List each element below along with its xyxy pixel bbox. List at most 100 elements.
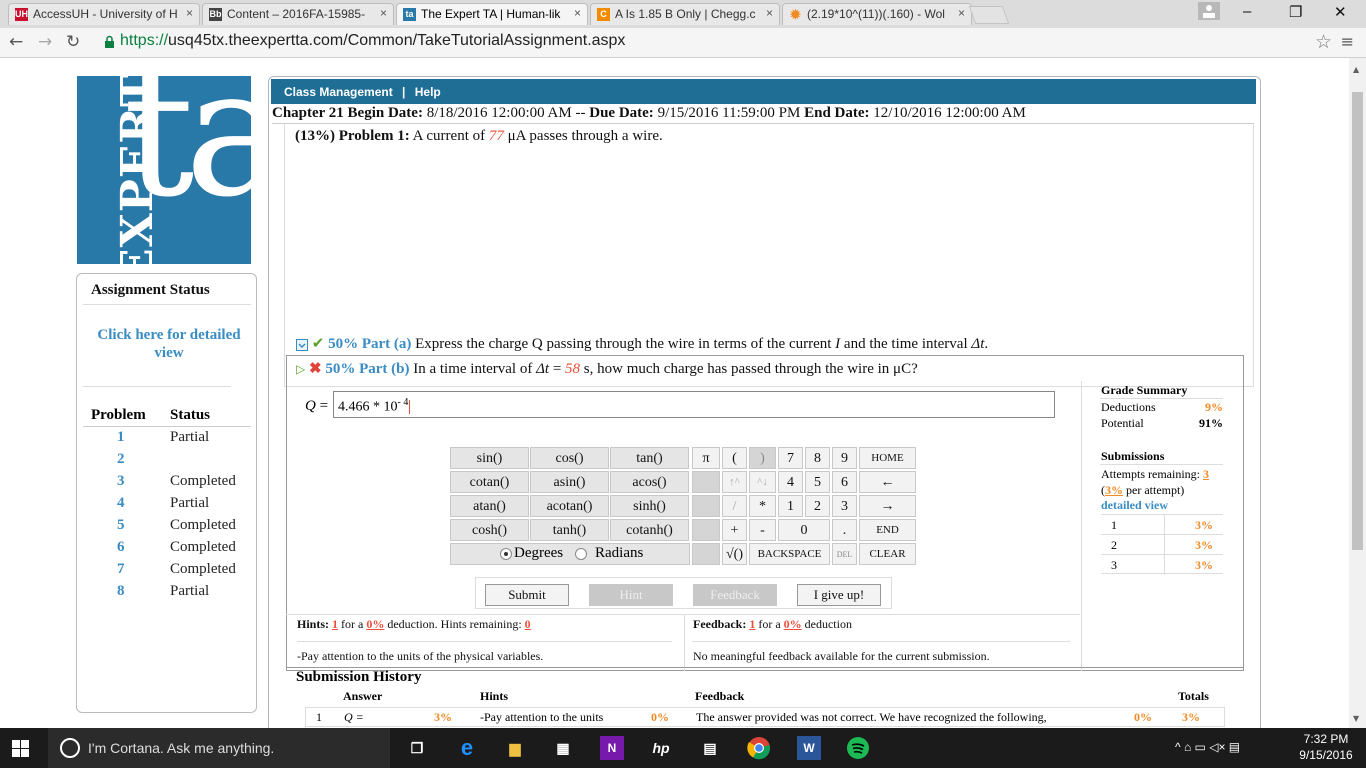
- grade-detailed-view-link[interactable]: detailed view: [1101, 498, 1168, 513]
- class-management-link[interactable]: Class Management: [284, 85, 393, 99]
- key-8[interactable]: 8: [805, 447, 830, 469]
- minimize-button[interactable]: –: [1243, 3, 1251, 20]
- tab-wolfram[interactable]: ✹ (2.19*10^(11))(.160) - Wol ×: [782, 3, 972, 25]
- tab-accessuh[interactable]: UH AccessUH - University of H ×: [8, 3, 200, 25]
- tan-button[interactable]: tan(): [610, 447, 689, 469]
- close-tab-icon[interactable]: ×: [766, 6, 773, 20]
- windows-start-icon[interactable]: [12, 740, 29, 757]
- problem-row[interactable]: 2: [77, 451, 257, 473]
- sinh-button[interactable]: sinh(): [610, 495, 689, 517]
- new-tab-button[interactable]: [968, 6, 1010, 24]
- part-a-row[interactable]: ✔ 50% Part (a) Express the charge Q pass…: [296, 334, 1256, 353]
- cos-button[interactable]: cos(): [530, 447, 609, 469]
- cortana-search-box[interactable]: I'm Cortana. Ask me anything.: [48, 728, 390, 768]
- clock[interactable]: 7:32 PM 9/15/2016: [1296, 731, 1356, 763]
- decimal-button[interactable]: .: [832, 519, 857, 541]
- problem-row[interactable]: 1 Partial: [77, 429, 257, 451]
- system-tray-icons[interactable]: ^ ⌂ ▭ ◁× ▤: [1175, 740, 1240, 754]
- problem-number-link[interactable]: 8: [117, 583, 125, 600]
- problem-number-link[interactable]: 4: [117, 495, 125, 512]
- problem-row[interactable]: 6 Completed: [77, 539, 257, 561]
- task-view-icon[interactable]: ❐: [405, 736, 429, 760]
- help-link[interactable]: Help: [415, 85, 441, 99]
- key-4[interactable]: 4: [778, 471, 803, 493]
- bookmark-star-icon[interactable]: ☆: [1315, 31, 1332, 53]
- delete-button[interactable]: DEL: [832, 543, 857, 565]
- problem-row[interactable]: 7 Completed: [77, 561, 257, 583]
- scroll-up-icon[interactable]: ▲: [1353, 65, 1359, 74]
- give-up-button[interactable]: I give up!: [797, 584, 881, 606]
- cosh-button[interactable]: cosh(): [450, 519, 529, 541]
- exponent-down-button[interactable]: ^↓: [749, 471, 776, 493]
- home-button[interactable]: HOME: [859, 447, 916, 469]
- sqrt-button[interactable]: √(): [722, 543, 747, 565]
- tanh-button[interactable]: tanh(): [530, 519, 609, 541]
- edge-icon[interactable]: e: [455, 736, 479, 760]
- key-5[interactable]: 5: [805, 471, 830, 493]
- browser-menu-icon[interactable]: ≡: [1341, 32, 1354, 51]
- problem-number-link[interactable]: 1: [117, 429, 125, 446]
- divide-button[interactable]: /: [722, 495, 747, 517]
- hp-icon[interactable]: hp: [649, 736, 673, 760]
- file-explorer-icon[interactable]: ▆: [503, 736, 527, 760]
- problem-row[interactable]: 8 Partial: [77, 583, 257, 605]
- key-7[interactable]: 7: [778, 447, 803, 469]
- close-tab-icon[interactable]: ×: [574, 6, 581, 20]
- acotan-button[interactable]: acotan(): [530, 495, 609, 517]
- url-field[interactable]: https://usq45tx.theexpertta.com/Common/T…: [120, 32, 625, 50]
- open-paren-button[interactable]: (: [722, 447, 747, 469]
- problem-number-link[interactable]: 6: [117, 539, 125, 556]
- plus-button[interactable]: +: [722, 519, 747, 541]
- asin-button[interactable]: asin(): [530, 471, 609, 493]
- maximize-button[interactable]: ❐: [1289, 3, 1302, 21]
- close-paren-button[interactable]: ): [749, 447, 776, 469]
- user-profile-icon[interactable]: [1198, 2, 1220, 20]
- problem-row[interactable]: 4 Partial: [77, 495, 257, 517]
- scroll-thumb[interactable]: [1352, 92, 1363, 550]
- clear-button[interactable]: CLEAR: [859, 543, 916, 565]
- detailed-view-link[interactable]: Click here for detailed view: [91, 326, 247, 362]
- calculator-icon[interactable]: ▤: [698, 736, 722, 760]
- key-0[interactable]: 0: [778, 519, 830, 541]
- onenote-icon[interactable]: N: [600, 736, 624, 760]
- backspace-button[interactable]: BACKSPACE: [749, 543, 830, 565]
- minus-button[interactable]: -: [749, 519, 776, 541]
- answer-input[interactable]: 4.466 * 10- 4: [333, 391, 1055, 418]
- exponent-up-button[interactable]: ↑^: [722, 471, 747, 493]
- problem-number-link[interactable]: 2: [117, 451, 125, 468]
- store-icon[interactable]: ▦: [551, 736, 575, 760]
- feedback-button[interactable]: Feedback: [693, 584, 777, 606]
- scroll-down-icon[interactable]: ▼: [1353, 714, 1359, 723]
- tab-blackboard[interactable]: Bb Content – 2016FA-15985- ×: [202, 3, 394, 25]
- hint-button[interactable]: Hint: [589, 584, 673, 606]
- problem-number-link[interactable]: 5: [117, 517, 125, 534]
- key-9[interactable]: 9: [832, 447, 857, 469]
- key-2[interactable]: 2: [805, 495, 830, 517]
- close-window-button[interactable]: ✕: [1334, 3, 1347, 21]
- close-tab-icon[interactable]: ×: [186, 6, 193, 20]
- problem-row[interactable]: 3 Completed: [77, 473, 257, 495]
- radians-radio[interactable]: [575, 548, 587, 560]
- page-scrollbar[interactable]: ▲ ▼: [1349, 58, 1366, 728]
- close-tab-icon[interactable]: ×: [380, 6, 387, 20]
- problem-number-link[interactable]: 3: [117, 473, 125, 490]
- acos-button[interactable]: acos(): [610, 471, 689, 493]
- reload-icon[interactable]: ↻: [66, 32, 80, 52]
- close-tab-icon[interactable]: ×: [958, 6, 965, 20]
- chrome-icon[interactable]: [747, 736, 771, 760]
- cotanh-button[interactable]: cotanh(): [610, 519, 689, 541]
- forward-arrow-icon[interactable]: →: [38, 32, 52, 52]
- sin-button[interactable]: sin(): [450, 447, 529, 469]
- problem-number-link[interactable]: 7: [117, 561, 125, 578]
- spotify-icon[interactable]: [846, 736, 870, 760]
- problem-row[interactable]: 5 Completed: [77, 517, 257, 539]
- pi-button[interactable]: π: [692, 447, 720, 469]
- cursor-right-button[interactable]: →: [859, 495, 916, 517]
- expand-icon[interactable]: [296, 338, 308, 351]
- submit-button[interactable]: Submit: [485, 584, 569, 606]
- key-6[interactable]: 6: [832, 471, 857, 493]
- end-button[interactable]: END: [859, 519, 916, 541]
- word-icon[interactable]: W: [797, 736, 821, 760]
- key-3[interactable]: 3: [832, 495, 857, 517]
- multiply-button[interactable]: *: [749, 495, 776, 517]
